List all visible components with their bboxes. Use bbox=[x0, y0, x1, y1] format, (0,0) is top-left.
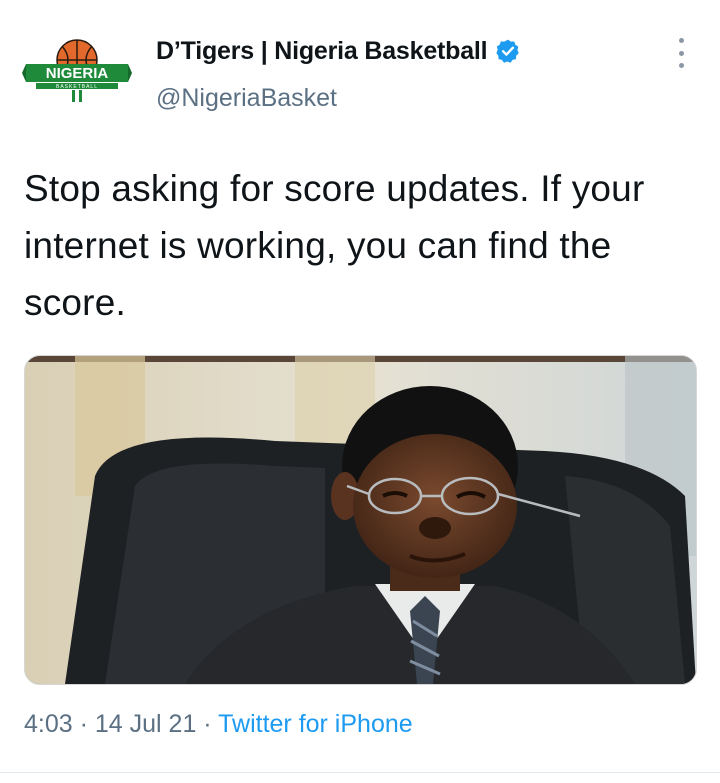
tweet-time[interactable]: 4:03 bbox=[24, 710, 73, 738]
more-dot-icon bbox=[678, 38, 684, 43]
more-dot-icon bbox=[678, 50, 684, 56]
photo-boy-in-suit bbox=[25, 356, 696, 684]
tweet-date[interactable]: 14 Jul 21 bbox=[95, 710, 196, 738]
nigeria-basketball-logo: NIGERIA BASKETBALL bbox=[22, 39, 132, 102]
meta-separator: · bbox=[72, 710, 95, 738]
logo-wordmark: NIGERIA bbox=[46, 65, 109, 82]
divider bbox=[0, 772, 720, 773]
avatar[interactable]: NIGERIA BASKETBALL bbox=[22, 30, 132, 110]
tweet-card: NIGERIA BASKETBALL D’Tigers | Nigeria Ba… bbox=[0, 0, 720, 783]
logo-subtext: BASKETBALL bbox=[56, 84, 98, 90]
author-block[interactable]: D’Tigers | Nigeria Basketball @NigeriaBa… bbox=[156, 36, 521, 113]
more-dot-icon bbox=[678, 63, 684, 68]
tweet-text: Stop asking for score updates. If your i… bbox=[24, 168, 645, 323]
handle[interactable]: @NigeriaBasket bbox=[156, 84, 521, 113]
more-options-icon[interactable] bbox=[672, 38, 690, 68]
tweet-media-image[interactable] bbox=[24, 355, 697, 685]
verified-badge-icon bbox=[495, 38, 521, 64]
tweet-source-link[interactable]: Twitter for iPhone bbox=[218, 710, 413, 738]
display-name[interactable]: D’Tigers | Nigeria Basketball bbox=[156, 37, 488, 66]
display-name-row: D’Tigers | Nigeria Basketball bbox=[156, 36, 521, 66]
tweet-meta: 4:03 · 14 Jul 21 · Twitter for iPhone bbox=[24, 710, 413, 739]
meta-separator: · bbox=[196, 710, 219, 738]
